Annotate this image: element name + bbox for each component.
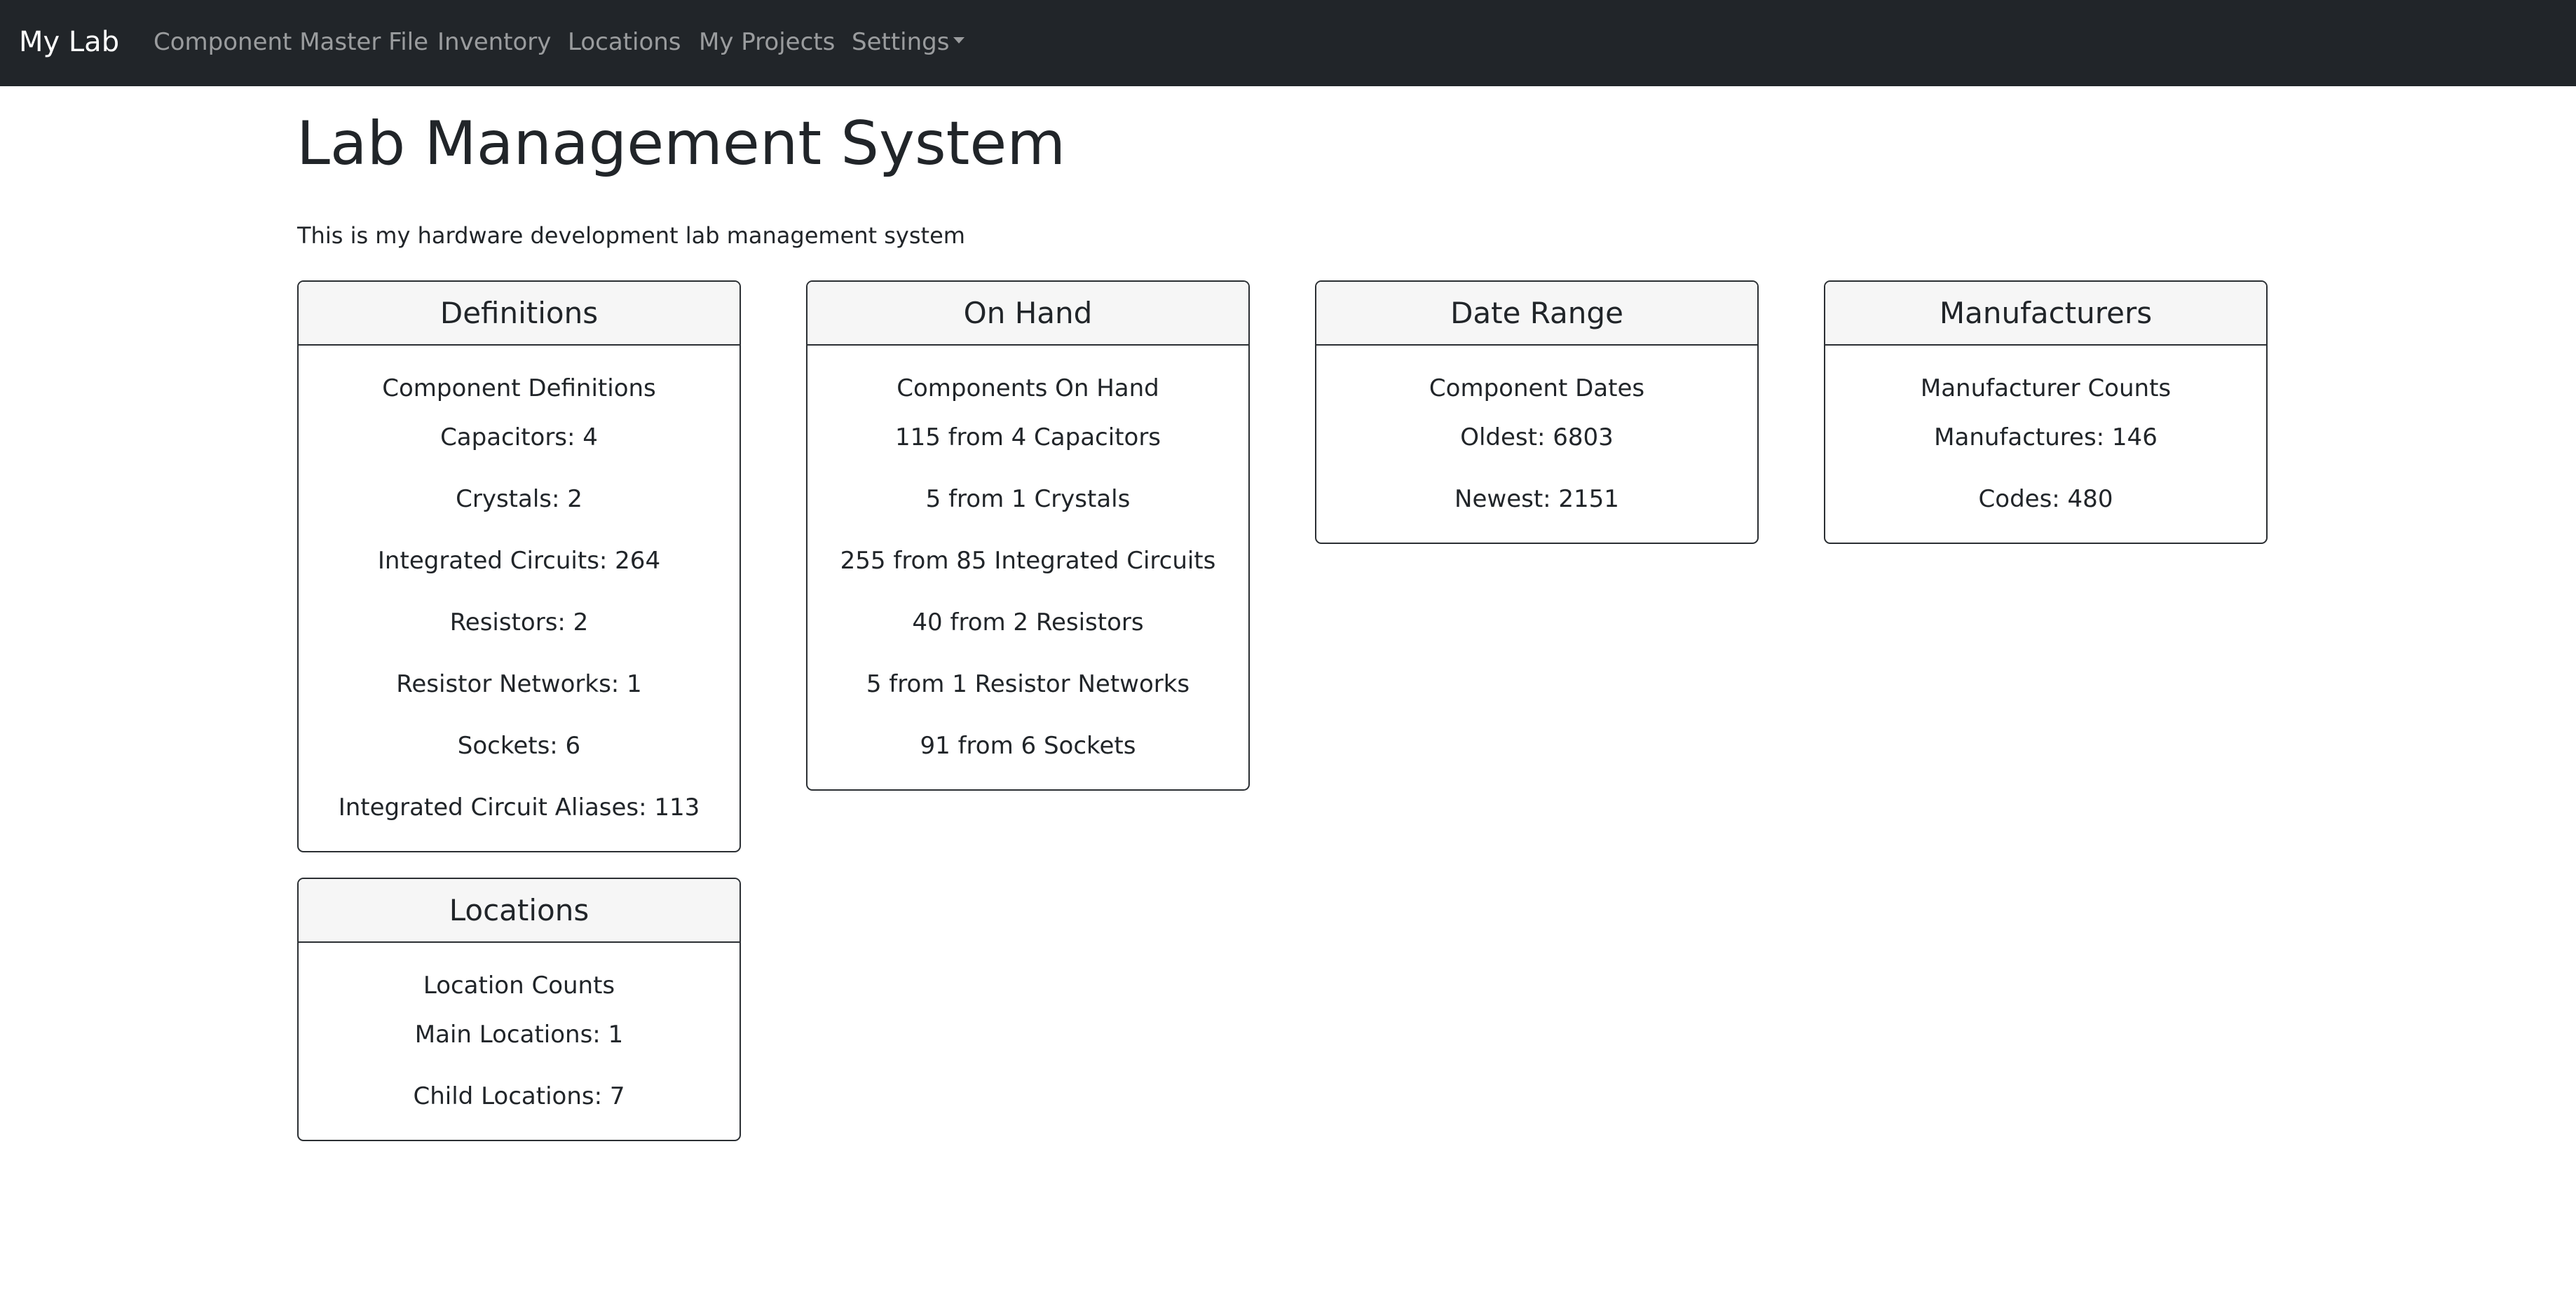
manufacturers-card: Manufacturers Manufacturer Counts Manufa… [1824, 280, 2268, 544]
stat-line: 5 from 1 Resistor Networks [866, 670, 1190, 698]
card-subtitle: Components On Hand [897, 374, 1159, 402]
card-subtitle: Component Dates [1429, 374, 1645, 402]
stat-line: Codes: 480 [1978, 485, 2113, 513]
stat-line: Child Locations: 7 [413, 1082, 625, 1110]
card-subtitle: Location Counts [423, 972, 615, 1000]
card-body: Component Definitions Capacitors: 4 Crys… [299, 346, 740, 826]
card-body: Components On Hand 115 from 4 Capacitors… [807, 346, 1248, 765]
card-body: Component Dates Oldest: 6803 Newest: 215… [1316, 346, 1757, 518]
date-range-card: Date Range Component Dates Oldest: 6803 … [1315, 280, 1759, 544]
stat-line: Integrated Circuits: 264 [377, 547, 661, 575]
nav-settings-dropdown[interactable]: Settings [852, 21, 965, 63]
card-header: Locations [299, 879, 740, 943]
card-header: Manufacturers [1825, 282, 2266, 346]
card-body: Manufacturer Counts Manufactures: 146 Co… [1825, 346, 2266, 518]
nav-my-projects[interactable]: My Projects [699, 21, 835, 63]
nav-locations[interactable]: Locations [568, 21, 681, 63]
card-body: Location Counts Main Locations: 1 Child … [299, 943, 740, 1115]
top-navbar: My Lab Component Master File Inventory L… [0, 0, 2576, 86]
card-subtitle: Manufacturer Counts [1920, 374, 2172, 402]
stat-line: Sockets: 6 [457, 732, 581, 760]
stat-line: 5 from 1 Crystals [925, 485, 1131, 513]
stat-line: Resistor Networks: 1 [396, 670, 642, 698]
caret-down-icon [953, 37, 965, 43]
nav-inventory[interactable]: Inventory [437, 21, 551, 63]
stat-line: 40 from 2 Resistors [912, 608, 1144, 636]
stat-line: Oldest: 6803 [1460, 423, 1614, 451]
card-header: On Hand [807, 282, 1248, 346]
stat-line: Newest: 2151 [1454, 485, 1619, 513]
brand-link[interactable]: My Lab [19, 20, 119, 64]
page-title: Lab Management System [297, 109, 1066, 179]
stat-line: 255 from 85 Integrated Circuits [840, 547, 1216, 575]
stat-line: Manufactures: 146 [1934, 423, 2158, 451]
on-hand-card: On Hand Components On Hand 115 from 4 Ca… [806, 280, 1250, 791]
nav-settings-label: Settings [852, 28, 950, 56]
stat-line: 115 from 4 Capacitors [894, 423, 1161, 451]
stat-line: Main Locations: 1 [414, 1021, 624, 1049]
card-subtitle: Component Definitions [382, 374, 656, 402]
page-subtitle: This is my hardware development lab mana… [297, 222, 965, 249]
stat-line: Capacitors: 4 [440, 423, 598, 451]
stat-line: 91 from 6 Sockets [920, 732, 1136, 760]
definitions-card: Definitions Component Definitions Capaci… [297, 280, 741, 852]
card-header: Definitions [299, 282, 740, 346]
card-header: Date Range [1316, 282, 1757, 346]
stat-line: Crystals: 2 [456, 485, 582, 513]
stat-line: Resistors: 2 [449, 608, 589, 636]
nav-component-master-file[interactable]: Component Master File [154, 21, 428, 63]
locations-card: Locations Location Counts Main Locations… [297, 878, 741, 1141]
stat-line: Integrated Circuit Aliases: 113 [338, 794, 700, 822]
